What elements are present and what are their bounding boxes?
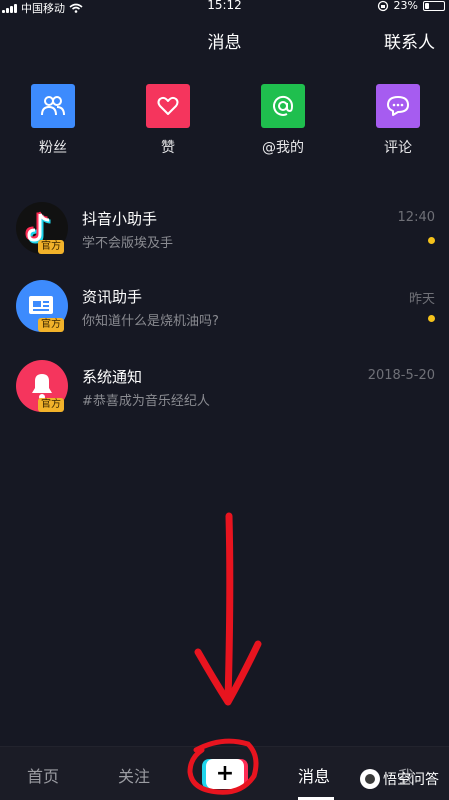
list-item[interactable]: 官方 抖音小助手 学不会版埃及手 12:40	[0, 202, 449, 268]
battery-percent: 23%	[393, 0, 418, 12]
message-preview: 学不会版埃及手	[82, 236, 174, 251]
mentions-icon-box	[261, 84, 305, 128]
tab-follow[interactable]: 关注	[118, 763, 150, 787]
unread-dot	[428, 237, 435, 244]
fans-button[interactable]: 粉丝	[13, 84, 93, 157]
watermark-text: 悟空问答	[383, 772, 439, 788]
message-time: 2018-5-20	[367, 368, 435, 383]
watermark: 悟空问答	[360, 769, 439, 789]
fans-label: 粉丝	[39, 140, 67, 156]
official-badge: 官方	[38, 240, 64, 254]
battery-level	[425, 2, 429, 9]
message-time: 12:40	[397, 210, 435, 225]
status-bar: 中国移动 15:12 23%	[0, 0, 449, 15]
fans-icon-box	[31, 84, 75, 128]
official-badge: 官方	[38, 318, 64, 332]
annotation-circle	[187, 738, 259, 795]
fans-icon	[41, 96, 65, 116]
message-preview: #恭喜成为音乐经纪人	[82, 394, 210, 409]
message-preview: 你知道什么是烧机油吗?	[82, 314, 219, 329]
message-sender: 抖音小助手	[82, 210, 158, 228]
message-sender: 资讯助手	[82, 288, 143, 306]
likes-button[interactable]: 赞	[128, 84, 208, 157]
tab-home[interactable]: 首页	[27, 763, 59, 787]
list-item[interactable]: 官方 系统通知 #恭喜成为音乐经纪人 2018-5-20	[0, 360, 449, 426]
tab-messages[interactable]: 消息	[298, 763, 330, 787]
official-badge: 官方	[38, 398, 64, 412]
at-icon	[273, 95, 294, 116]
likes-label: 赞	[161, 140, 175, 156]
comment-icon	[387, 96, 409, 116]
status-right: 23%	[377, 0, 445, 12]
list-item[interactable]: 官方 资讯助手 你知道什么是烧机油吗? 昨天	[0, 280, 449, 346]
comments-icon-box	[376, 84, 420, 128]
mentions-button[interactable]: @我的	[243, 84, 323, 157]
battery-icon	[423, 0, 445, 11]
page-title: 消息	[207, 33, 242, 53]
annotation-arrow	[194, 512, 262, 706]
comments-label: 评论	[384, 140, 412, 156]
heart-icon	[157, 96, 179, 115]
comments-button[interactable]: 评论	[358, 84, 438, 157]
likes-icon-box	[146, 84, 190, 128]
unread-dot	[428, 315, 435, 322]
message-sender: 系统通知	[82, 368, 143, 386]
watermark-logo-icon	[360, 769, 380, 789]
mentions-label: @我的	[262, 140, 304, 156]
contacts-button[interactable]: 联系人	[384, 28, 435, 53]
message-time: 昨天	[408, 292, 435, 307]
rotation-lock-icon	[377, 0, 388, 11]
